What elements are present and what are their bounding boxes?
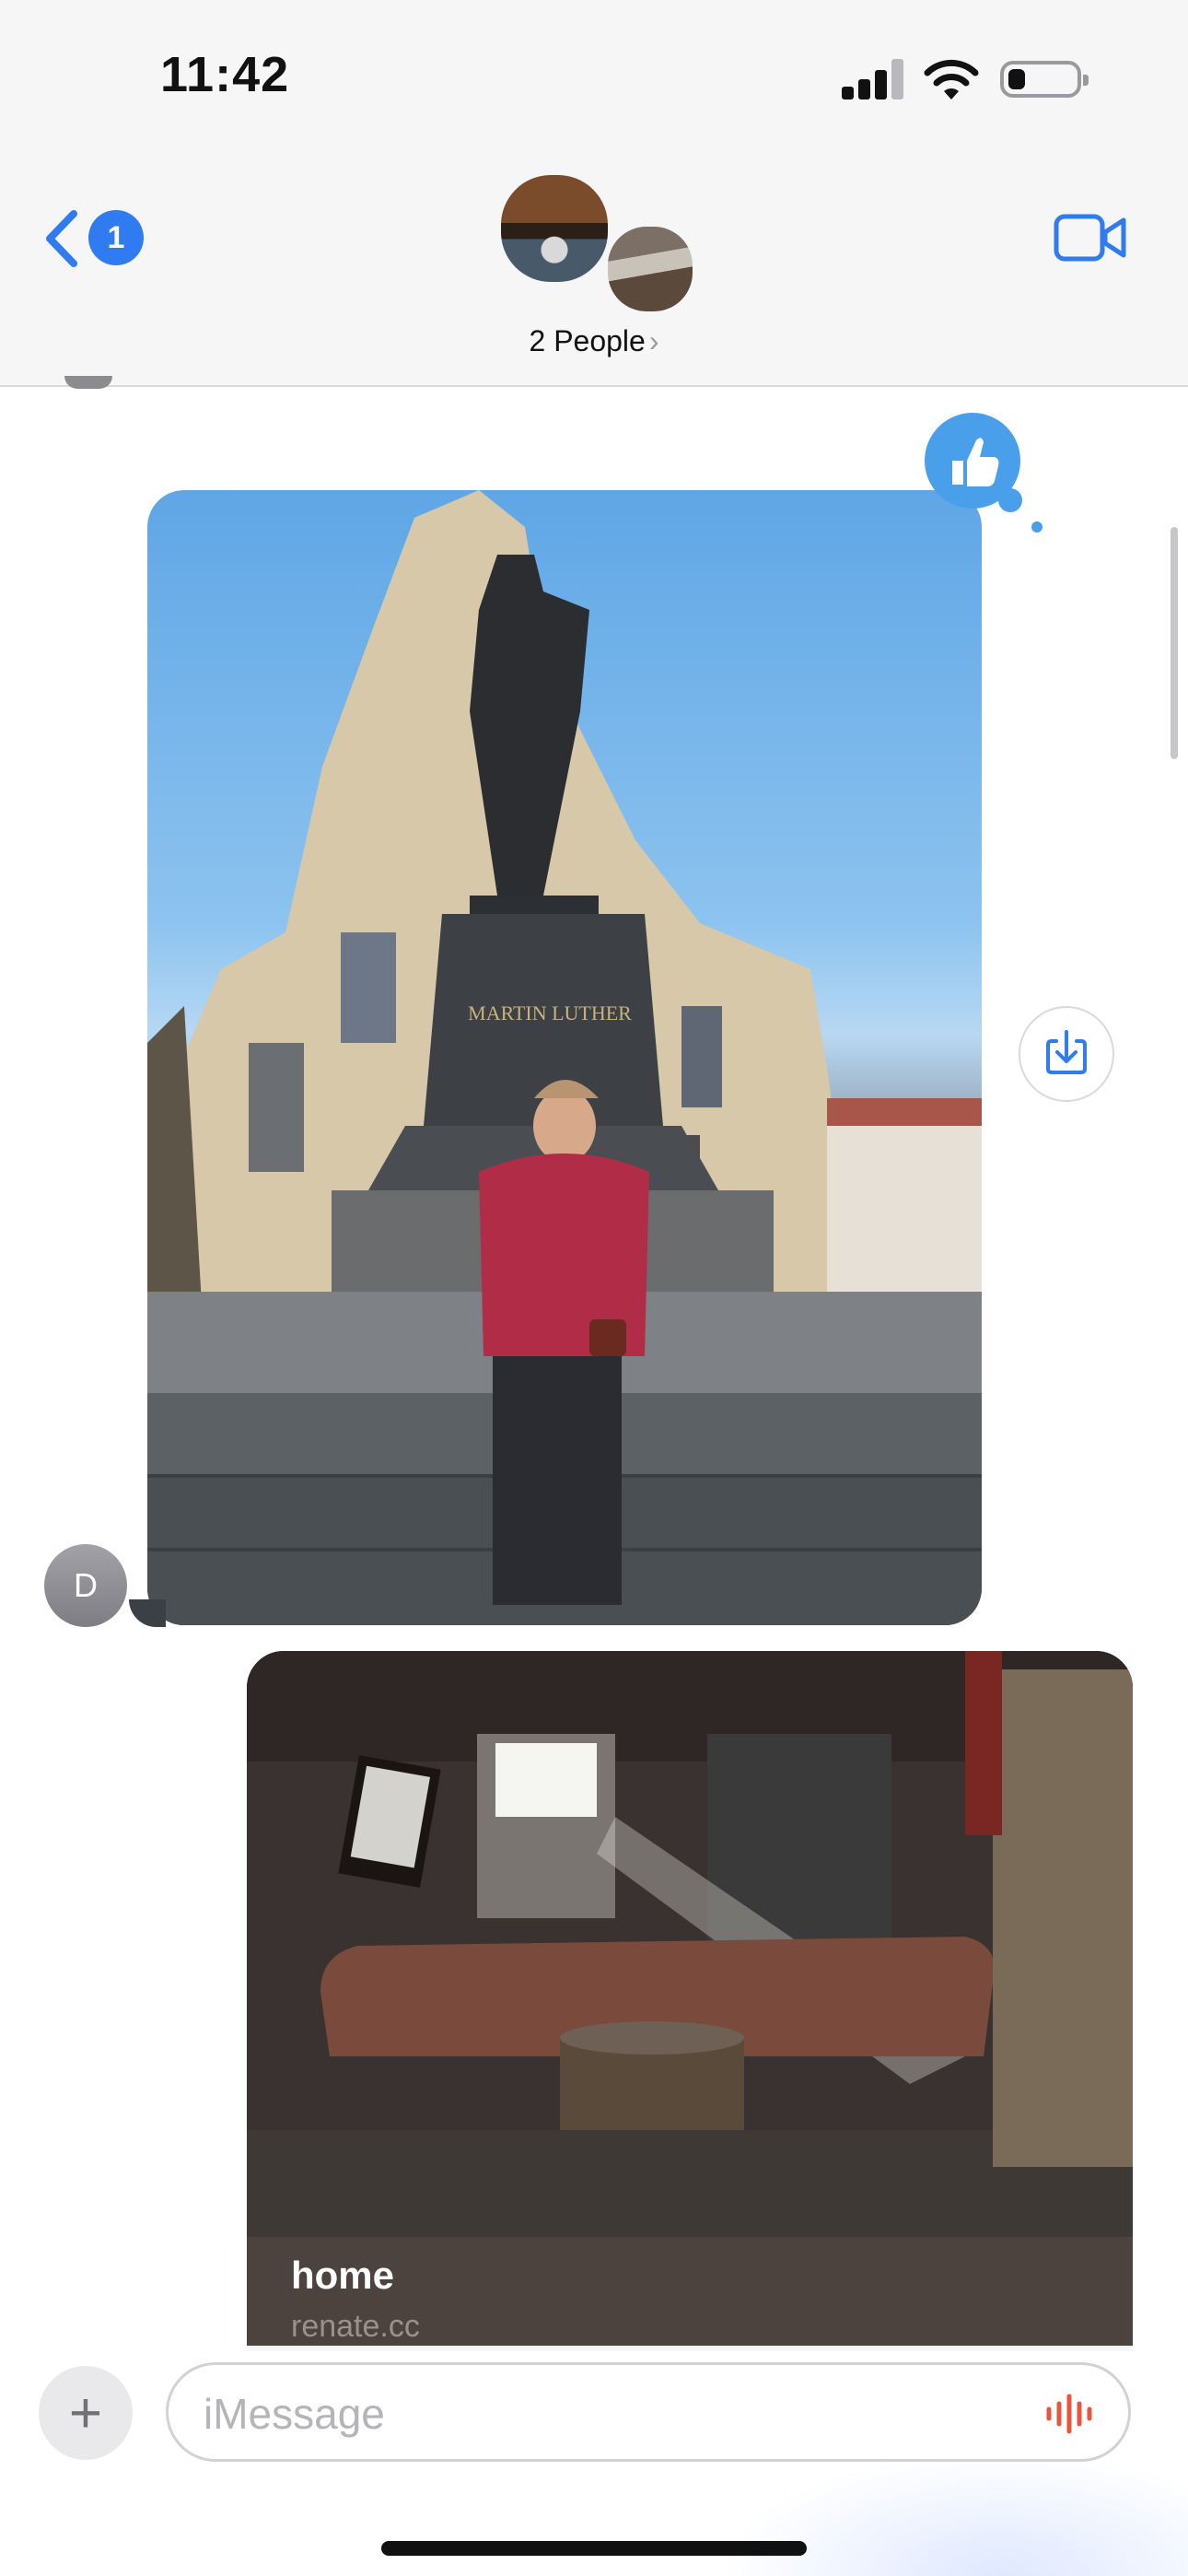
scrollbar[interactable] bbox=[1171, 527, 1178, 759]
group-avatar-primary[interactable] bbox=[497, 171, 611, 286]
photo-message[interactable]: MARTIN LUTHER bbox=[147, 490, 982, 1625]
people-label: 2 People bbox=[529, 324, 646, 357]
download-icon bbox=[1046, 1030, 1087, 1074]
home-glow bbox=[718, 2451, 1188, 2576]
conversation-header: 11:42 1 2 People › bbox=[0, 0, 1188, 387]
link-preview-image bbox=[247, 1651, 1133, 2237]
wifi-icon bbox=[924, 59, 979, 100]
home-indicator[interactable] bbox=[381, 2541, 807, 2556]
group-details-button[interactable]: 2 People › bbox=[0, 324, 1188, 358]
back-button[interactable]: 1 bbox=[41, 205, 144, 271]
link-preview-meta: home renate.cc bbox=[247, 2237, 1133, 2351]
message-input[interactable]: iMessage bbox=[166, 2362, 1131, 2462]
audio-message-icon[interactable] bbox=[1043, 2393, 1099, 2435]
unread-badge: 1 bbox=[88, 210, 144, 265]
message-input-placeholder: iMessage bbox=[204, 2390, 385, 2438]
photo-dresden-statue: MARTIN LUTHER bbox=[147, 490, 982, 1625]
link-title: home bbox=[291, 2254, 395, 2297]
add-attachment-button[interactable]: + bbox=[39, 2366, 133, 2460]
statue-inscription: MARTIN LUTHER bbox=[468, 1001, 632, 1025]
previous-sender-avatar bbox=[64, 376, 112, 389]
chevron-right-icon: › bbox=[648, 324, 659, 357]
save-photo-button[interactable] bbox=[1019, 1006, 1114, 1102]
status-time: 11:42 bbox=[160, 47, 290, 102]
cellular-signal-icon bbox=[842, 59, 904, 100]
link-domain: renate.cc bbox=[291, 2309, 420, 2344]
link-preview-card[interactable]: home renate.cc bbox=[247, 1651, 1133, 2351]
bubble-tail bbox=[129, 1599, 166, 1627]
battery-icon bbox=[1000, 61, 1089, 98]
video-camera-icon[interactable] bbox=[1054, 212, 1127, 263]
tapback-reaction[interactable] bbox=[925, 413, 1042, 533]
sender-avatar[interactable]: D bbox=[44, 1544, 127, 1627]
group-avatar-secondary[interactable] bbox=[604, 223, 696, 315]
chevron-left-icon bbox=[46, 210, 77, 267]
